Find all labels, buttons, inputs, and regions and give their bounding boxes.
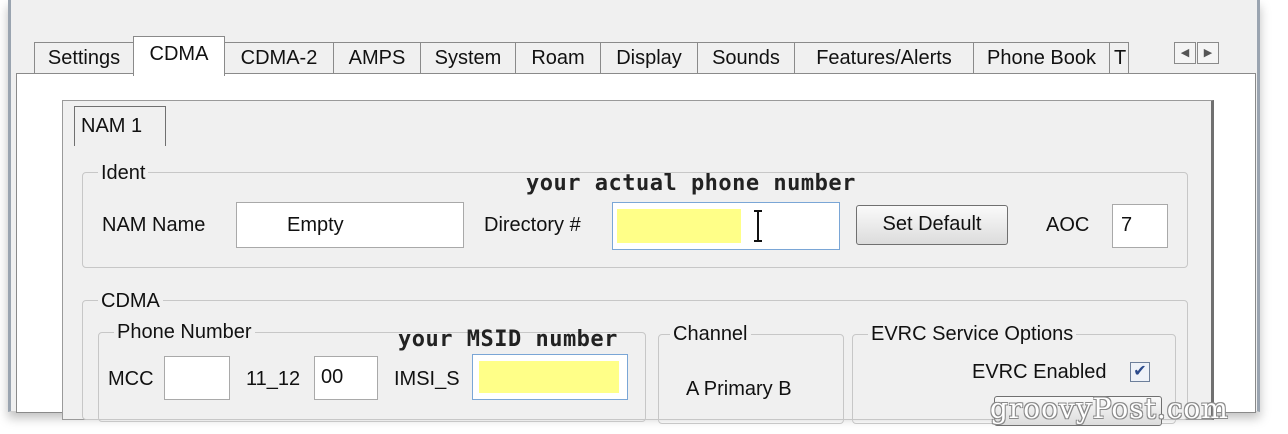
checkmark-icon: ✔ xyxy=(1133,363,1147,380)
watermark-logo: groovyPost.com xyxy=(990,392,1229,425)
tab-nam-1[interactable]: NAM 1 xyxy=(74,106,166,146)
tab-cdma[interactable]: CDMA xyxy=(133,36,225,76)
phone-number-group-label: Phone Number xyxy=(114,321,255,343)
tab-amps[interactable]: AMPS xyxy=(333,42,421,74)
aoc-label: AOC xyxy=(1046,214,1090,236)
channel-value: A Primary B xyxy=(686,378,792,400)
tab-features-alerts[interactable]: Features/Alerts xyxy=(794,42,974,74)
mcc-field[interactable] xyxy=(164,356,230,400)
directory-label: Directory # xyxy=(484,214,581,236)
directory-highlight xyxy=(617,209,741,243)
phone-number-annotation: your actual phone number xyxy=(526,171,856,196)
aoc-field[interactable]: 7 xyxy=(1112,204,1168,248)
tab-system[interactable]: System xyxy=(420,42,516,74)
i11-12-label: 11_12 xyxy=(246,368,301,390)
directory-field[interactable] xyxy=(612,202,840,250)
tab-phone-book[interactable]: Phone Book xyxy=(973,42,1110,74)
tab-display[interactable]: Display xyxy=(600,42,698,74)
msid-annotation: your MSID number xyxy=(398,327,618,352)
tab-strip: Settings CDMA CDMA-2 AMPS System Roam Di… xyxy=(16,36,1266,76)
triangle-left-icon[interactable]: ◀ xyxy=(1174,42,1196,64)
tab-roam[interactable]: Roam xyxy=(515,42,601,74)
imsi-s-label: IMSI_S xyxy=(394,368,460,390)
channel-group-label: Channel xyxy=(670,323,751,345)
imsi-s-highlight xyxy=(479,361,619,393)
tab-settings[interactable]: Settings xyxy=(34,42,134,74)
nam-name-label: NAM Name xyxy=(102,214,206,236)
evrc-group-label: EVRC Service Options xyxy=(868,323,1077,345)
evrc-enabled-label: EVRC Enabled xyxy=(972,361,1107,383)
nam-name-field[interactable]: Empty xyxy=(236,202,464,248)
i11-12-field[interactable]: 00 xyxy=(314,356,378,400)
evrc-enabled-checkbox[interactable]: ✔ xyxy=(1130,362,1150,382)
tab-truncated[interactable]: T xyxy=(1109,42,1129,74)
ident-group-label: Ident xyxy=(98,162,149,184)
tab-sounds[interactable]: Sounds xyxy=(697,42,795,74)
cdma-group-label: CDMA xyxy=(98,290,163,312)
set-default-button[interactable]: Set Default xyxy=(856,205,1008,245)
triangle-right-icon[interactable]: ▶ xyxy=(1197,42,1219,64)
tab-cdma-2[interactable]: CDMA-2 xyxy=(224,42,334,74)
mcc-label: MCC xyxy=(108,368,154,390)
imsi-s-field[interactable] xyxy=(472,354,628,400)
ibeam-cursor-icon xyxy=(754,210,762,242)
